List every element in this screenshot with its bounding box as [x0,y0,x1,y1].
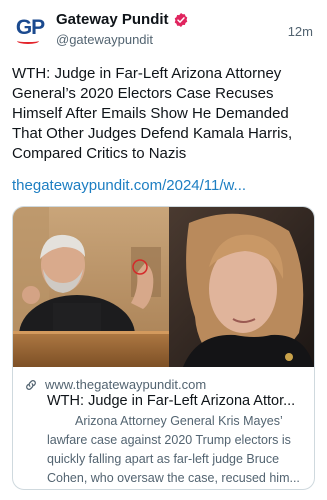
logo-swoosh [17,38,39,44]
link-preview-card[interactable]: www.thegatewaypundit.com WTH: Judge in F… [12,206,315,490]
card-domain-row: www.thegatewaypundit.com [24,377,206,392]
avatar-logo-text: GP [15,16,45,39]
card-image [13,207,314,367]
card-title[interactable]: WTH: Judge in Far-Left Arizona Attor... [47,393,302,409]
post-text: WTH: Judge in Far-Left Arizona Attorney … [12,65,293,162]
card-description: Arizona Attorney General Kris Mayes’ law… [47,414,300,485]
verified-badge-icon [174,12,187,27]
card-domain: www.thegatewaypundit.com [45,377,207,392]
post-timestamp[interactable]: 12m [288,24,313,39]
post-link[interactable]: thegatewaypundit.com/2024/11/w... [12,177,246,194]
author-display-name[interactable]: Gateway Pundit [56,11,169,28]
link-icon [26,379,36,390]
card-meta: www.thegatewaypundit.com WTH: Judge in F… [13,367,314,489]
author-name-row: Gateway Pundit [56,11,189,28]
post[interactable]: GP Gateway Pundit @gatewaypundit 12m WTH… [0,0,327,500]
avatar[interactable]: GP [12,12,48,48]
gateway-pundit-logo: GP [13,16,47,44]
author-handle[interactable]: @gatewaypundit [56,32,153,47]
